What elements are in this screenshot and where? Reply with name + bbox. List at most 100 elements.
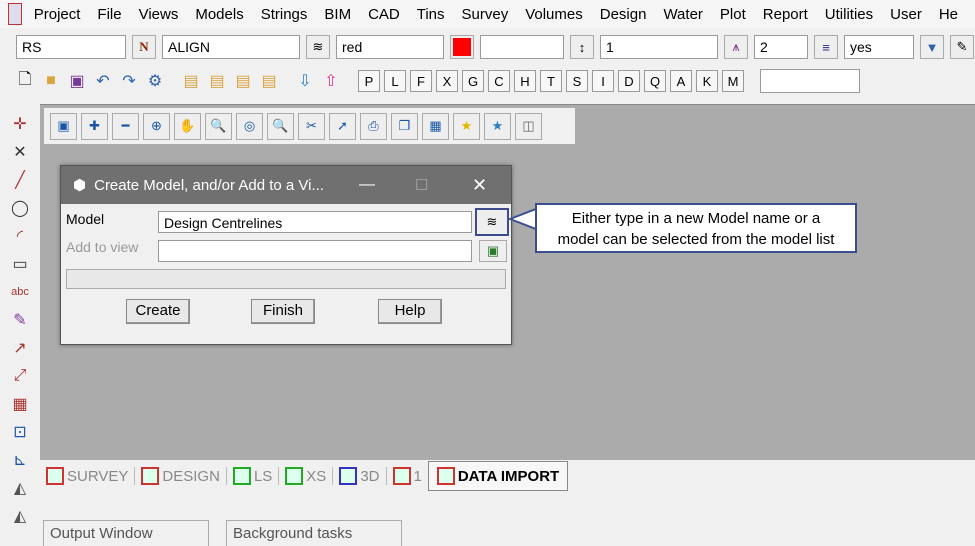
- tab-data-import[interactable]: DATA IMPORT: [427, 461, 569, 491]
- minimize-icon[interactable]: —: [359, 176, 375, 194]
- zoom-in-icon[interactable]: ⊕: [143, 112, 170, 140]
- settings-gear-icon[interactable]: ⚙: [144, 70, 166, 92]
- chainage-input[interactable]: [480, 35, 564, 59]
- line-icon[interactable]: ╱: [9, 168, 31, 191]
- menu-models[interactable]: Models: [195, 6, 243, 23]
- chart-icon[interactable]: ⊾: [9, 449, 31, 472]
- style-input[interactable]: 2: [754, 35, 808, 59]
- export-icon[interactable]: ⇧: [320, 70, 342, 92]
- menu-strings[interactable]: Strings: [261, 6, 308, 23]
- save-icon[interactable]: ▣: [66, 70, 88, 92]
- arc-icon[interactable]: ◜: [9, 224, 31, 247]
- edit-icon[interactable]: ✎: [9, 308, 31, 331]
- menu-bim[interactable]: BIM: [324, 6, 351, 23]
- table-icon[interactable]: ▦: [9, 393, 31, 416]
- name-icon[interactable]: N: [132, 35, 156, 59]
- rectangle-icon[interactable]: ▭: [9, 252, 31, 275]
- pick-icon[interactable]: ➚: [329, 112, 356, 140]
- model-field[interactable]: Design Centrelines: [158, 211, 472, 233]
- colour-swatch[interactable]: [450, 35, 474, 59]
- plus-icon[interactable]: ✚: [81, 112, 108, 140]
- menu-plot[interactable]: Plot: [720, 6, 746, 23]
- folder-2-icon[interactable]: ▤: [232, 70, 254, 92]
- folder-3-icon[interactable]: ▤: [258, 70, 280, 92]
- import-icon[interactable]: ⇩: [294, 70, 316, 92]
- menu-survey[interactable]: Survey: [462, 6, 509, 23]
- letter-button-t[interactable]: T: [540, 70, 562, 92]
- menu-project[interactable]: Project: [34, 6, 81, 23]
- letter-button-g[interactable]: G: [462, 70, 484, 92]
- circle-icon[interactable]: ◯: [9, 196, 31, 219]
- model-input[interactable]: ALIGN: [162, 35, 300, 59]
- menu-cad[interactable]: CAD: [368, 6, 400, 23]
- lineweight-icon[interactable]: ≡: [814, 35, 838, 59]
- dropdown-icon[interactable]: ▼: [920, 35, 944, 59]
- menu-water[interactable]: Water: [663, 6, 702, 23]
- menu-views[interactable]: Views: [139, 6, 179, 23]
- new-file-icon[interactable]: 🗋: [14, 70, 36, 92]
- star-blue-icon[interactable]: ★: [484, 112, 511, 140]
- windows-icon[interactable]: ❐: [391, 112, 418, 140]
- menu-file[interactable]: File: [97, 6, 121, 23]
- view-icon[interactable]: ▣: [50, 112, 77, 140]
- star-yellow-icon[interactable]: ★: [453, 112, 480, 140]
- letter-button-h[interactable]: H: [514, 70, 536, 92]
- tab-ls[interactable]: LS: [227, 467, 280, 485]
- name-input[interactable]: RS: [16, 35, 126, 59]
- menu-help[interactable]: He: [939, 6, 958, 23]
- weight-input[interactable]: 1: [600, 35, 718, 59]
- zoom-target-icon[interactable]: ◎: [236, 112, 263, 140]
- ruler-icon[interactable]: ↕: [570, 35, 594, 59]
- command-input[interactable]: [760, 69, 860, 93]
- tin-colour-icon[interactable]: ◭: [9, 505, 31, 528]
- letter-button-k[interactable]: K: [696, 70, 718, 92]
- letter-button-m[interactable]: M: [722, 70, 744, 92]
- minus-icon[interactable]: ━: [112, 112, 139, 140]
- move-icon[interactable]: ↗: [9, 337, 31, 360]
- letter-button-p[interactable]: P: [358, 70, 380, 92]
- menu-design[interactable]: Design: [600, 6, 647, 23]
- background-tasks-tab[interactable]: Background tasks: [226, 520, 402, 546]
- layers-icon[interactable]: ≋: [306, 35, 330, 59]
- maximize-icon[interactable]: ☐: [415, 176, 428, 194]
- undo-icon[interactable]: ↶: [92, 70, 114, 92]
- menu-report[interactable]: Report: [763, 6, 808, 23]
- tab-1[interactable]: 1: [387, 467, 428, 485]
- linestyle-icon[interactable]: ⩚: [724, 35, 748, 59]
- flag-input[interactable]: yes: [844, 35, 914, 59]
- panel-icon[interactable]: ◫: [515, 112, 542, 140]
- dialog-title-bar[interactable]: ⬢ Create Model, and/or Add to a Vi... — …: [61, 166, 511, 204]
- text-icon[interactable]: abc: [9, 280, 31, 303]
- close-icon[interactable]: ✕: [472, 175, 487, 196]
- tab-design[interactable]: DESIGN: [135, 467, 227, 485]
- tab-survey[interactable]: SURVEY: [40, 467, 136, 485]
- redo-icon[interactable]: ↷: [118, 70, 140, 92]
- letter-button-l[interactable]: L: [384, 70, 406, 92]
- letter-button-x[interactable]: X: [436, 70, 458, 92]
- zoom-plus-icon[interactable]: 🔍: [205, 112, 232, 140]
- finish-button[interactable]: Finish: [251, 299, 315, 324]
- letter-button-d[interactable]: D: [618, 70, 640, 92]
- eyedropper-icon[interactable]: ✎: [950, 35, 974, 59]
- dimension-icon[interactable]: ⤢: [9, 365, 31, 388]
- cross-icon[interactable]: ✕: [9, 140, 31, 163]
- point-icon[interactable]: ✛: [9, 112, 31, 135]
- pan-icon[interactable]: ✋: [174, 112, 201, 140]
- open-folder-icon[interactable]: ■: [40, 70, 62, 92]
- help-button[interactable]: Help: [378, 299, 442, 324]
- grid-icon[interactable]: ▦: [422, 112, 449, 140]
- letter-button-c[interactable]: C: [488, 70, 510, 92]
- zoom-icon[interactable]: 🔍: [267, 112, 294, 140]
- menu-tins[interactable]: Tins: [417, 6, 445, 23]
- folder-1-icon[interactable]: ▤: [206, 70, 228, 92]
- menu-volumes[interactable]: Volumes: [525, 6, 583, 23]
- letter-button-s[interactable]: S: [566, 70, 588, 92]
- letter-button-i[interactable]: I: [592, 70, 614, 92]
- add-to-view-field[interactable]: [158, 240, 472, 262]
- create-button[interactable]: Create: [126, 299, 190, 324]
- letter-button-f[interactable]: F: [410, 70, 432, 92]
- tab-xs[interactable]: XS: [279, 467, 334, 485]
- view-select-button[interactable]: ▣: [479, 240, 507, 262]
- tin-icon[interactable]: ◭: [9, 477, 31, 500]
- colour-input[interactable]: red: [336, 35, 444, 59]
